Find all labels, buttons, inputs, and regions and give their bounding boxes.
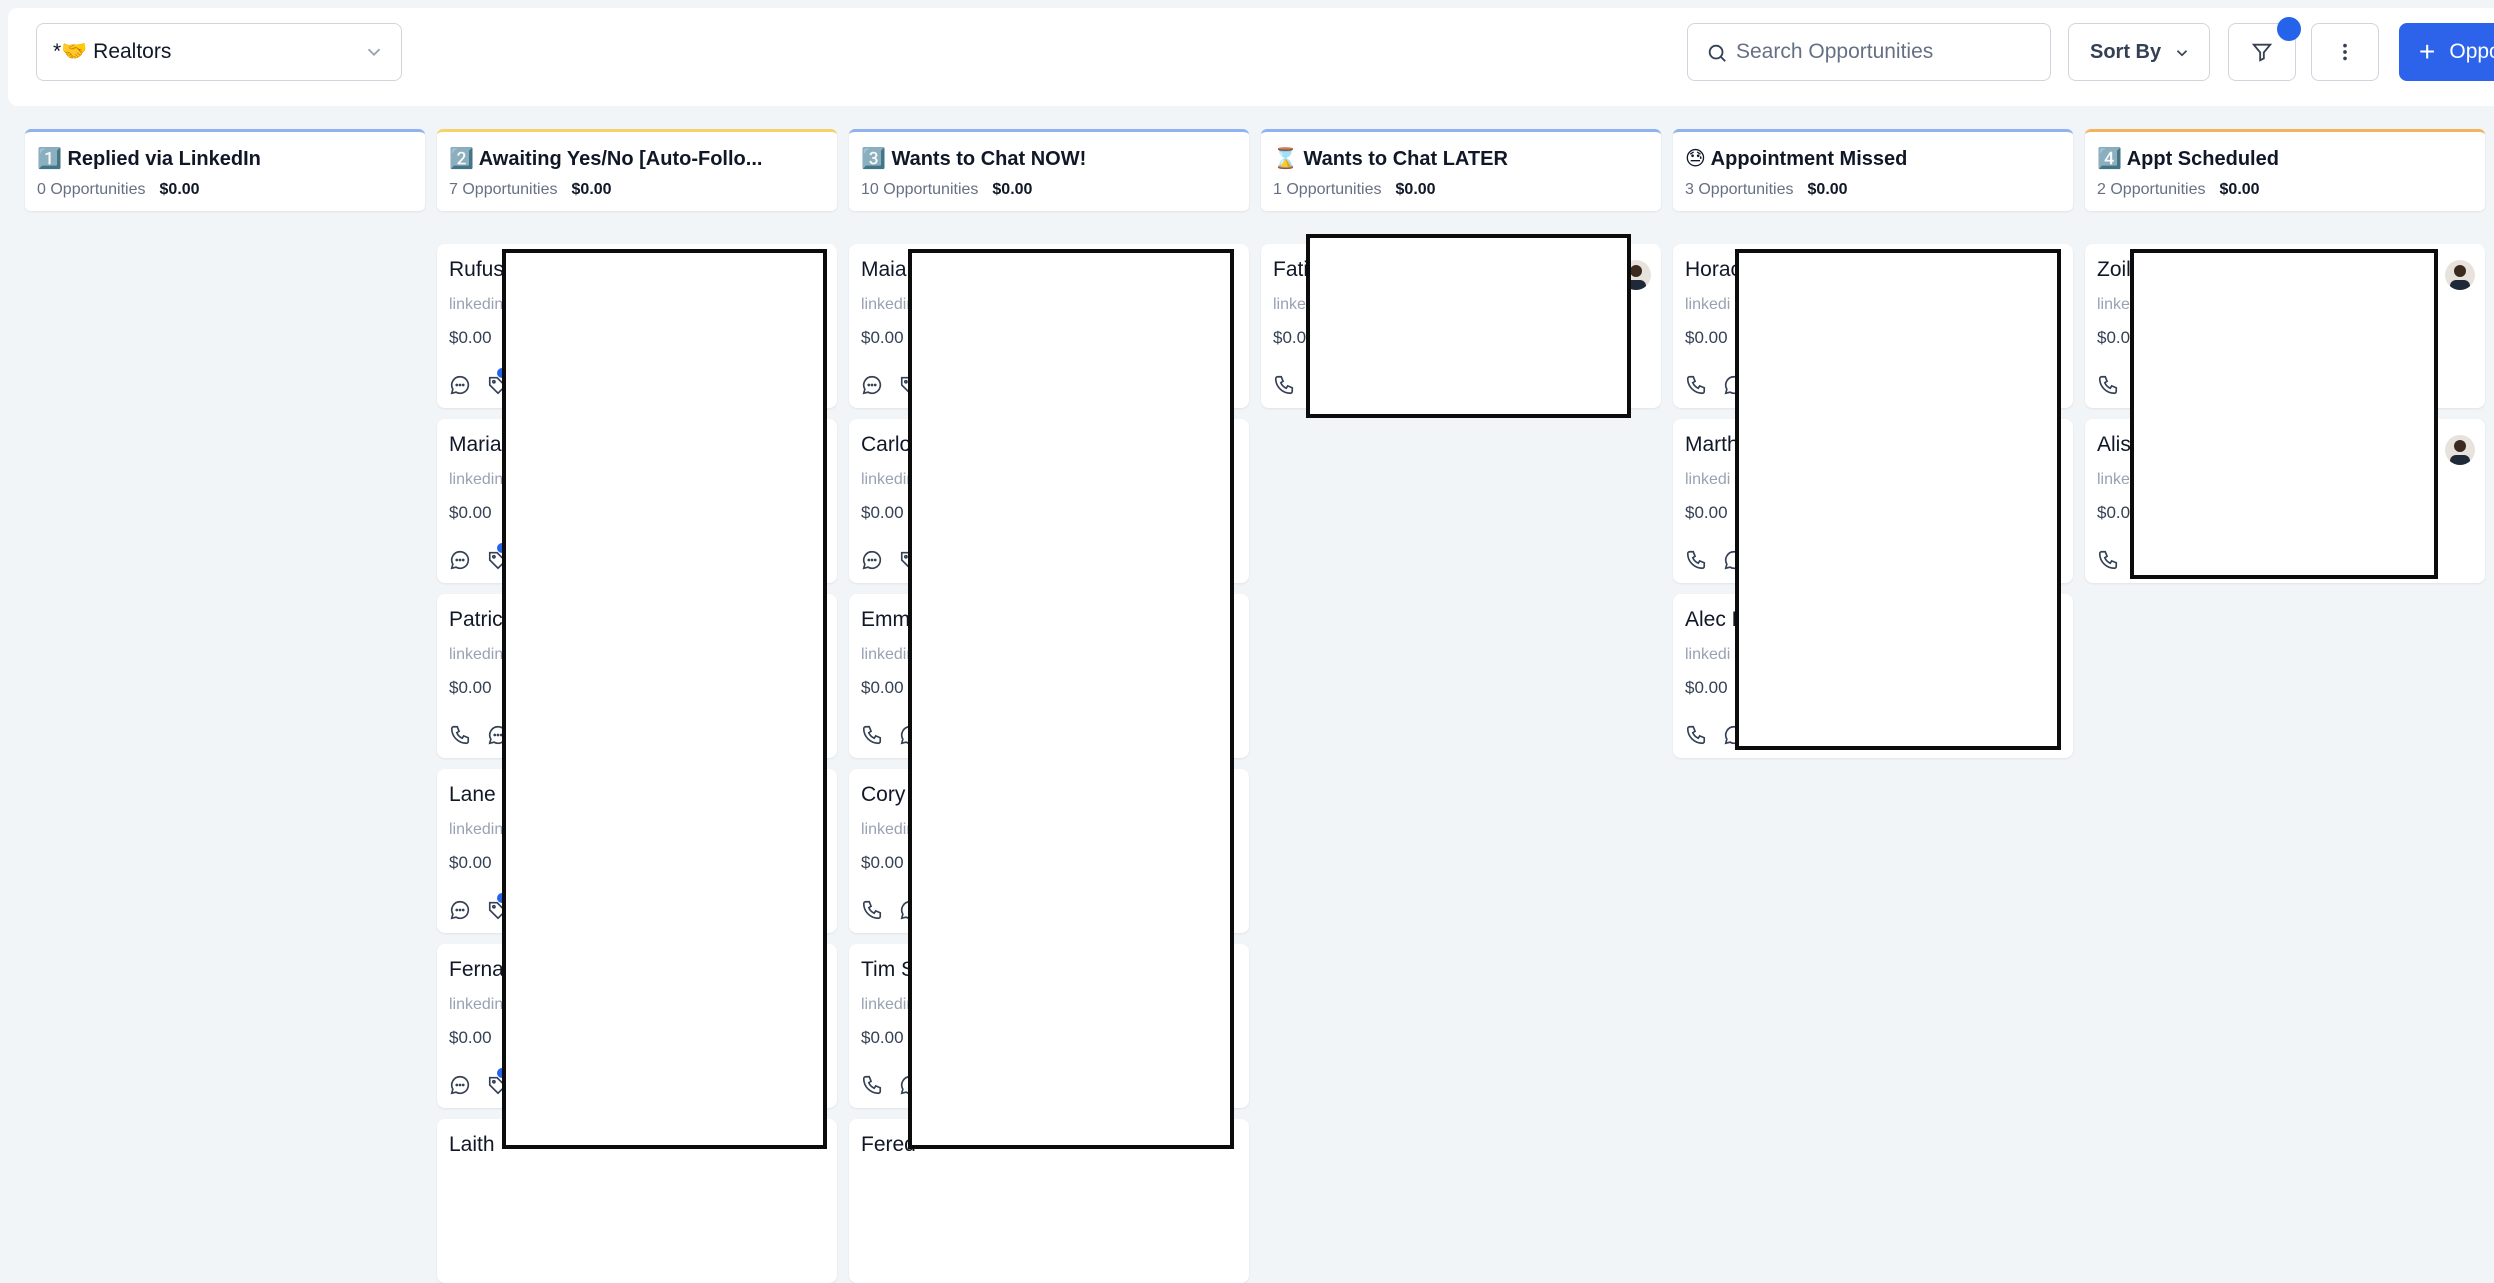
column-header-appt-scheduled: 4️⃣ Appt Scheduled 2 Opportunities $0.00 [2085, 129, 2485, 211]
column-header-chat-now: 3️⃣ Wants to Chat NOW! 10 Opportunities $… [849, 129, 1249, 211]
redaction-box [2130, 249, 2438, 579]
redaction-box [1306, 234, 1631, 418]
more-vertical-icon [2343, 43, 2347, 61]
phone-icon[interactable] [2097, 374, 2119, 396]
column-meta: 0 Opportunities $0.00 [37, 181, 413, 199]
column-meta: 2 Opportunities $0.00 [2097, 181, 2473, 199]
sort-by-button[interactable]: Sort By [2068, 23, 2210, 81]
avatar [2445, 260, 2475, 290]
search-input[interactable] [1736, 40, 2036, 64]
avatar [2445, 435, 2475, 465]
column-meta: 10 Opportunities $0.00 [861, 181, 1237, 199]
phone-icon[interactable] [449, 724, 471, 746]
chevron-down-icon [2176, 50, 2188, 57]
filter-icon [2251, 43, 2273, 62]
phone-icon[interactable] [861, 899, 883, 921]
column-amount: $0.00 [159, 181, 200, 198]
column-count: 1 Opportunities [1273, 181, 1382, 198]
phone-icon[interactable] [1273, 374, 1295, 396]
search-icon [1708, 44, 1726, 62]
phone-icon[interactable] [2097, 549, 2119, 571]
column-amount: $0.00 [992, 181, 1033, 198]
column-amount: $0.00 [1395, 181, 1436, 198]
column-amount: $0.00 [571, 181, 612, 198]
column-amount: $0.00 [1807, 181, 1848, 198]
chevron-down-icon [367, 48, 381, 57]
column-title: 1️⃣ Replied via LinkedIn [37, 148, 261, 170]
column-count: 7 Opportunities [449, 181, 558, 198]
phone-icon[interactable] [861, 724, 883, 746]
column-count: 3 Opportunities [1685, 181, 1794, 198]
message-icon[interactable] [449, 549, 471, 571]
column-title: ⌛ Wants to Chat LATER [1273, 148, 1508, 170]
search-box[interactable] [1687, 23, 2051, 81]
column-header-chat-later: ⌛ Wants to Chat LATER 1 Opportunities $0.… [1261, 129, 1661, 211]
pipeline-select[interactable]: *🤝 Realtors [36, 23, 402, 81]
phone-icon[interactable] [861, 1074, 883, 1096]
more-options-button[interactable] [2311, 23, 2379, 81]
add-opportunity-label: Opportunity [2449, 40, 2494, 63]
column-amount: $0.00 [2219, 181, 2260, 198]
redaction-box [908, 249, 1234, 1149]
column-title: 😓 Appointment Missed [1685, 148, 1908, 170]
redaction-box [1735, 249, 2061, 750]
sort-label: Sort By [2090, 40, 2162, 63]
phone-icon[interactable] [1685, 549, 1707, 571]
message-icon[interactable] [449, 1074, 471, 1096]
message-icon[interactable] [449, 374, 471, 396]
add-opportunity-button[interactable]: + Opportunity [2399, 23, 2494, 81]
pipeline-label: *🤝 Realtors [53, 40, 172, 63]
redaction-box [502, 249, 827, 1149]
column-title: 4️⃣ Appt Scheduled [2097, 148, 2279, 170]
plus-icon: + [2419, 36, 2436, 67]
phone-icon[interactable] [1685, 374, 1707, 396]
message-icon[interactable] [861, 374, 883, 396]
column-title: 2️⃣ Awaiting Yes/No [Auto-Follo... [449, 148, 763, 170]
filter-active-dot [2277, 17, 2301, 41]
column-meta: 1 Opportunities $0.00 [1273, 181, 1649, 199]
column-count: 10 Opportunities [861, 181, 979, 198]
column-header-awaiting: 2️⃣ Awaiting Yes/No [Auto-Follo... 7 Opp… [437, 129, 837, 211]
column-count: 0 Opportunities [37, 181, 146, 198]
column-header-appointment-missed: 😓 Appointment Missed 3 Opportunities $0.0… [1673, 129, 2073, 211]
message-icon[interactable] [449, 899, 471, 921]
message-icon[interactable] [861, 549, 883, 571]
column-count: 2 Opportunities [2097, 181, 2206, 198]
column-meta: 7 Opportunities $0.00 [449, 181, 825, 199]
column-title: 3️⃣ Wants to Chat NOW! [861, 148, 1087, 170]
column-meta: 3 Opportunities $0.00 [1685, 181, 2061, 199]
column-header-replied-linkedin: 1️⃣ Replied via LinkedIn 0 Opportunities… [25, 129, 425, 211]
phone-icon[interactable] [1685, 724, 1707, 746]
